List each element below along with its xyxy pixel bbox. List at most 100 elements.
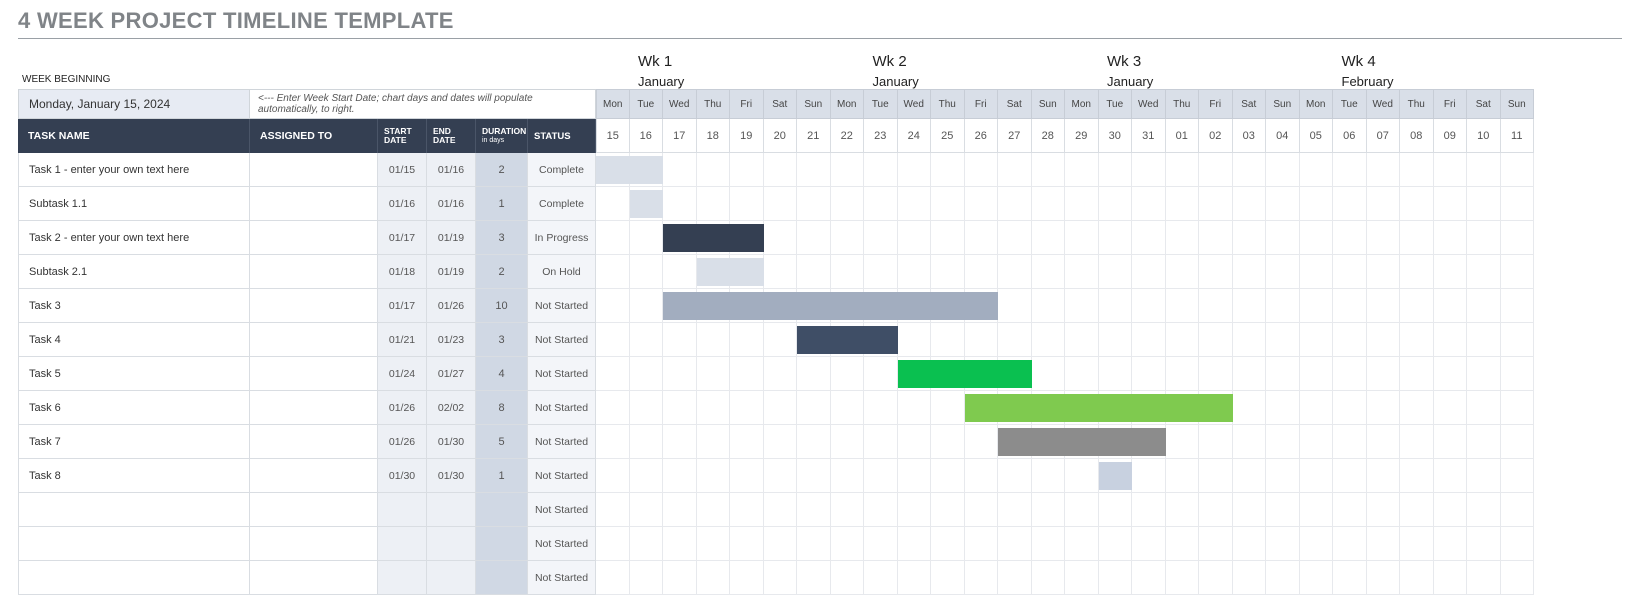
assigned-to-cell[interactable] [250,391,378,425]
start-date-cell[interactable]: 01/15 [378,153,427,187]
status-cell[interactable]: On Hold [528,255,596,289]
gantt-row [596,255,1534,289]
week-start-date-input[interactable] [18,89,250,119]
status-cell[interactable]: Not Started [528,561,596,595]
gantt-bar[interactable] [663,292,998,320]
assigned-to-cell[interactable] [250,289,378,323]
end-date-cell[interactable] [427,561,476,595]
duration-cell[interactable]: 1 [476,459,528,493]
duration-cell[interactable]: 2 [476,153,528,187]
end-date-cell[interactable]: 01/16 [427,153,476,187]
day-name-cell: Wed [898,89,932,119]
task-name-cell[interactable] [18,561,250,595]
assigned-to-cell[interactable] [250,153,378,187]
end-date-cell[interactable]: 02/02 [427,391,476,425]
duration-cell[interactable] [476,527,528,561]
task-name-cell[interactable]: Subtask 1.1 [18,187,250,221]
task-name-cell[interactable]: Task 7 [18,425,250,459]
start-date-cell[interactable] [378,527,427,561]
gantt-bar[interactable] [1099,462,1133,490]
gantt-bar[interactable] [663,224,764,252]
gantt-bar[interactable] [965,394,1233,422]
duration-cell[interactable]: 1 [476,187,528,221]
end-date-cell[interactable] [427,527,476,561]
task-name-cell[interactable]: Task 6 [18,391,250,425]
end-date-cell[interactable]: 01/19 [427,221,476,255]
duration-cell[interactable] [476,493,528,527]
assigned-to-cell[interactable] [250,459,378,493]
start-date-cell[interactable]: 01/26 [378,425,427,459]
task-name-cell[interactable]: Task 5 [18,357,250,391]
assigned-to-cell[interactable] [250,493,378,527]
end-date-cell[interactable]: 01/30 [427,425,476,459]
gantt-cell [998,527,1032,561]
assigned-to-cell[interactable] [250,221,378,255]
end-date-cell[interactable]: 01/23 [427,323,476,357]
gantt-bar[interactable] [630,190,664,218]
gantt-cell [1199,493,1233,527]
task-name-cell[interactable]: Task 3 [18,289,250,323]
task-name-cell[interactable]: Task 4 [18,323,250,357]
start-date-cell[interactable]: 01/26 [378,391,427,425]
duration-cell[interactable] [476,561,528,595]
duration-cell[interactable]: 3 [476,323,528,357]
assigned-to-cell[interactable] [250,255,378,289]
task-name-cell[interactable]: Task 1 - enter your own text here [18,153,250,187]
task-name-cell[interactable]: Task 2 - enter your own text here [18,221,250,255]
task-name-cell[interactable] [18,527,250,561]
gantt-cell [764,221,798,255]
start-date-cell[interactable]: 01/16 [378,187,427,221]
status-cell[interactable]: Not Started [528,425,596,459]
status-cell[interactable]: Not Started [528,493,596,527]
gantt-cell [1233,187,1267,221]
start-date-cell[interactable]: 01/21 [378,323,427,357]
start-date-cell[interactable]: 01/30 [378,459,427,493]
end-date-cell[interactable]: 01/26 [427,289,476,323]
gantt-bar[interactable] [998,428,1166,456]
status-cell[interactable]: Not Started [528,391,596,425]
duration-cell[interactable]: 3 [476,221,528,255]
duration-cell[interactable]: 10 [476,289,528,323]
duration-cell[interactable]: 5 [476,425,528,459]
status-cell[interactable]: Not Started [528,289,596,323]
end-date-cell[interactable]: 01/27 [427,357,476,391]
start-date-cell[interactable] [378,493,427,527]
gantt-bar[interactable] [697,258,764,286]
status-cell[interactable]: Not Started [528,527,596,561]
task-name-cell[interactable]: Subtask 2.1 [18,255,250,289]
status-cell[interactable]: Complete [528,153,596,187]
start-date-cell[interactable]: 01/18 [378,255,427,289]
status-cell[interactable]: Not Started [528,459,596,493]
duration-cell[interactable]: 8 [476,391,528,425]
gantt-cell [1467,187,1501,221]
end-date-cell[interactable] [427,493,476,527]
gantt-cell [831,221,865,255]
status-cell[interactable]: Complete [528,187,596,221]
day-number-cell: 29 [1065,119,1099,153]
assigned-to-cell[interactable] [250,527,378,561]
gantt-bar[interactable] [898,360,1032,388]
assigned-to-cell[interactable] [250,561,378,595]
gantt-bar[interactable] [797,326,898,354]
status-cell[interactable]: In Progress [528,221,596,255]
assigned-to-cell[interactable] [250,187,378,221]
assigned-to-cell[interactable] [250,323,378,357]
end-date-cell[interactable]: 01/30 [427,459,476,493]
end-date-cell[interactable]: 01/16 [427,187,476,221]
start-date-cell[interactable]: 01/17 [378,221,427,255]
assigned-to-cell[interactable] [250,425,378,459]
duration-cell[interactable]: 4 [476,357,528,391]
start-date-cell[interactable]: 01/17 [378,289,427,323]
gantt-cell [1233,425,1267,459]
task-name-cell[interactable] [18,493,250,527]
gantt-cell [697,323,731,357]
assigned-to-cell[interactable] [250,357,378,391]
start-date-cell[interactable]: 01/24 [378,357,427,391]
task-name-cell[interactable]: Task 8 [18,459,250,493]
end-date-cell[interactable]: 01/19 [427,255,476,289]
status-cell[interactable]: Not Started [528,323,596,357]
duration-cell[interactable]: 2 [476,255,528,289]
gantt-bar[interactable] [596,156,663,184]
start-date-cell[interactable] [378,561,427,595]
status-cell[interactable]: Not Started [528,357,596,391]
